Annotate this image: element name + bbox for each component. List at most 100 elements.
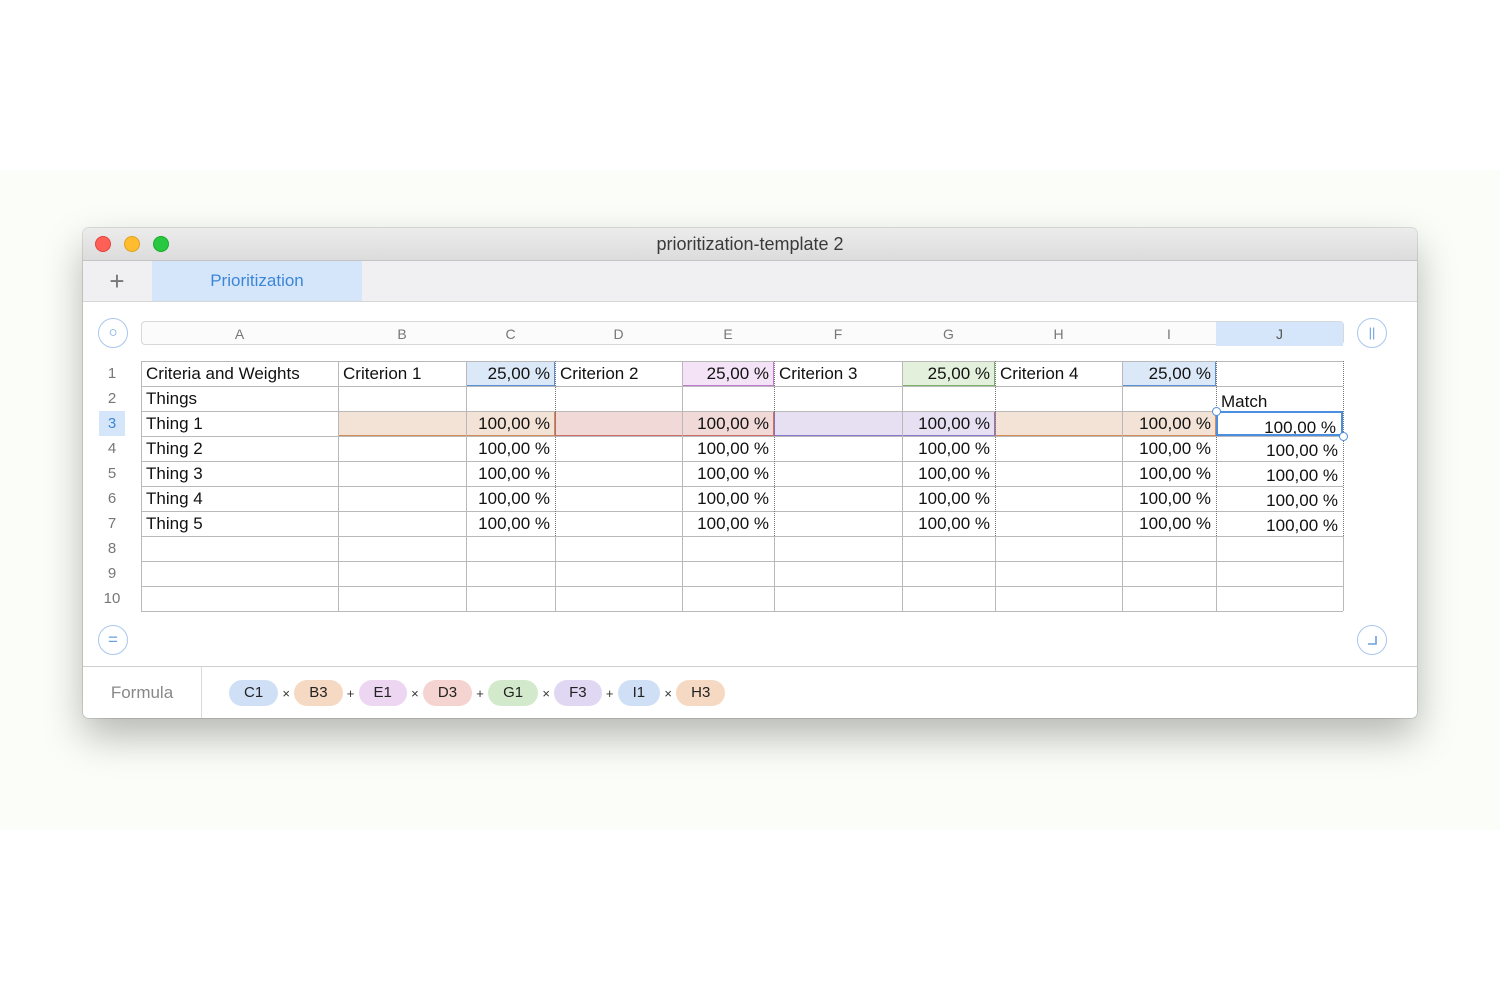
formula-operator: × (411, 685, 419, 701)
empty-row-9[interactable] (141, 561, 1343, 586)
cell-b7[interactable]: 100,00 % (338, 511, 555, 536)
column-header-c[interactable]: C (466, 322, 555, 346)
column-header-i[interactable]: I (1122, 322, 1216, 346)
cell-d5[interactable]: 100,00 % (555, 461, 774, 486)
grid-column-line (1343, 536, 1344, 611)
cell-f6[interactable]: 100,00 % (774, 486, 995, 511)
cell-h4[interactable]: 100,00 % (995, 436, 1216, 461)
cell-h5[interactable]: 100,00 % (995, 461, 1216, 486)
resize-table-corner-icon[interactable] (1357, 625, 1387, 655)
cell-j6[interactable]: 100,00 % (1216, 486, 1343, 511)
cell-d2[interactable] (555, 386, 682, 411)
cell-b3[interactable]: 100,00 % (338, 411, 555, 436)
title-bar[interactable]: prioritization-template 2 (83, 228, 1417, 261)
table-select-circle-icon[interactable]: ○ (98, 318, 128, 348)
cell-b6[interactable]: 100,00 % (338, 486, 555, 511)
formula-token-g1[interactable]: G1 (488, 680, 539, 706)
cell-d3[interactable]: 100,00 % (555, 411, 774, 436)
cell-j1[interactable] (1216, 361, 1343, 386)
cell-b1[interactable]: Criterion 1 (338, 361, 466, 386)
row-header-9[interactable]: 9 (99, 561, 125, 586)
cell-h3[interactable]: 100,00 % (995, 411, 1216, 436)
row-header-10[interactable]: 10 (99, 586, 125, 611)
cell-i1[interactable]: 25,00 % (1122, 361, 1216, 386)
cell-a3[interactable]: Thing 1 (141, 411, 338, 436)
cell-b5[interactable]: 100,00 % (338, 461, 555, 486)
formula-token-c1[interactable]: C1 (229, 680, 279, 706)
cell-e1[interactable]: 25,00 % (682, 361, 774, 386)
formula-token-b3[interactable]: B3 (294, 680, 343, 706)
row-header-5[interactable]: 5 (99, 461, 125, 486)
cell-b4[interactable]: 100,00 % (338, 436, 555, 461)
cell-a2[interactable]: Things (141, 386, 338, 411)
cell-f4[interactable]: 100,00 % (774, 436, 995, 461)
column-header-b[interactable]: B (338, 322, 466, 346)
cell-d4[interactable]: 100,00 % (555, 436, 774, 461)
column-header-d[interactable]: D (555, 322, 682, 346)
row-header-4[interactable]: 4 (99, 436, 125, 461)
cell-c1[interactable]: 25,00 % (466, 361, 555, 386)
cell-f1[interactable]: Criterion 3 (774, 361, 902, 386)
empty-row-10[interactable] (141, 586, 1343, 611)
cell-j2[interactable]: Match (1216, 386, 1343, 411)
cell-a5[interactable]: Thing 3 (141, 461, 338, 486)
row-header-6[interactable]: 6 (99, 486, 125, 511)
cell-h6[interactable]: 100,00 % (995, 486, 1216, 511)
formula-token-d3[interactable]: D3 (422, 680, 473, 706)
column-header-f[interactable]: F (774, 322, 902, 346)
cell-f3[interactable]: 100,00 % (774, 411, 995, 436)
cell-d1[interactable]: Criterion 2 (555, 361, 682, 386)
cell-g2[interactable] (902, 386, 995, 411)
formula-operator: × (542, 685, 550, 701)
formula-tokens[interactable]: C1 × B3 + E1 × D3 + G1 × F3 + I1 × H3 (229, 680, 726, 706)
add-row-handle-icon[interactable]: = (98, 625, 128, 655)
tab-prioritization[interactable]: Prioritization (152, 261, 362, 301)
cell-h2[interactable] (995, 386, 1122, 411)
add-column-handle-icon[interactable]: || (1357, 318, 1387, 348)
cell-d7[interactable]: 100,00 % (555, 511, 774, 536)
formula-operator: + (476, 685, 484, 701)
cell-g1[interactable]: 25,00 % (902, 361, 995, 386)
formula-token-h3[interactable]: H3 (676, 680, 726, 706)
cell-b2[interactable] (338, 386, 466, 411)
column-header-e[interactable]: E (682, 322, 774, 346)
row-header-3[interactable]: 3 (99, 411, 125, 436)
selected-cell-j3[interactable]: 100,00 % (1216, 411, 1343, 436)
cell-h7[interactable]: 100,00 % (995, 511, 1216, 536)
formula-token-f3[interactable]: F3 (554, 680, 602, 706)
column-header-h[interactable]: H (995, 322, 1122, 346)
cell-j4[interactable]: 100,00 % (1216, 436, 1343, 461)
column-header-g[interactable]: G (902, 322, 995, 346)
selection-handle-bottom-right[interactable] (1339, 432, 1348, 441)
add-sheet-plus-icon[interactable]: + (105, 267, 129, 295)
cell-f2[interactable] (774, 386, 902, 411)
grid-column-line (1343, 361, 1345, 536)
cell-i2[interactable] (1122, 386, 1216, 411)
formula-operator: + (346, 685, 355, 701)
cell-f5[interactable]: 100,00 % (774, 461, 995, 486)
row-header-8[interactable]: 8 (99, 536, 125, 561)
cell-j5[interactable]: 100,00 % (1216, 461, 1343, 486)
cell-j7[interactable]: 100,00 % (1216, 511, 1343, 536)
row-header-7[interactable]: 7 (99, 511, 125, 536)
cell-a6[interactable]: Thing 4 (141, 486, 338, 511)
cell-h1[interactable]: Criterion 4 (995, 361, 1122, 386)
empty-row-8[interactable] (141, 536, 1343, 561)
cell-a4[interactable]: Thing 2 (141, 436, 338, 461)
row-header-2[interactable]: 2 (99, 386, 125, 411)
cell-e2[interactable] (682, 386, 774, 411)
cell-c2[interactable] (466, 386, 555, 411)
cell-d6[interactable]: 100,00 % (555, 486, 774, 511)
cell-a7[interactable]: Thing 5 (141, 511, 338, 536)
cell-f7[interactable]: 100,00 % (774, 511, 995, 536)
cell-a1[interactable]: Criteria and Weights (141, 361, 338, 386)
formula-token-i1[interactable]: I1 (617, 680, 661, 706)
formula-bar: Formula C1 × B3 + E1 × D3 + G1 × F3 + I1 × H3 (83, 666, 1417, 718)
formula-token-e1[interactable]: E1 (358, 680, 407, 706)
column-header-a[interactable]: A (141, 322, 338, 346)
column-header-j[interactable]: J (1216, 322, 1343, 346)
sheet-tab-bar: + Prioritization (83, 261, 1417, 302)
selection-handle-top-left[interactable] (1212, 407, 1221, 416)
formula-operator: × (282, 685, 290, 701)
row-header-1[interactable]: 1 (99, 361, 125, 386)
